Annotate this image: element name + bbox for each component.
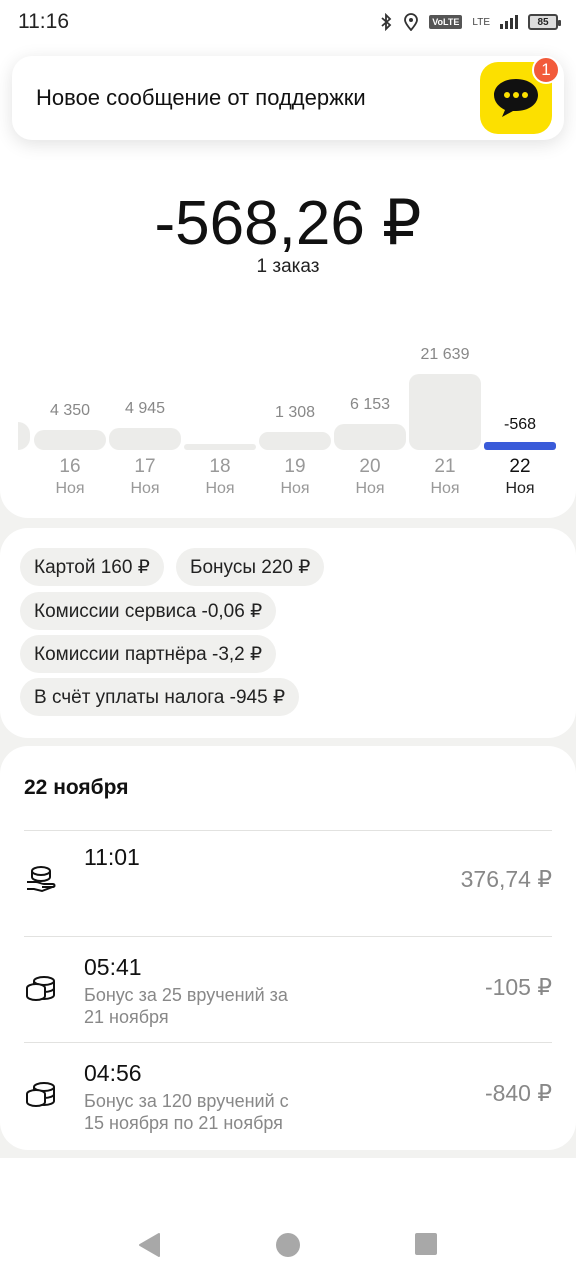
status-time: 11:16 (18, 10, 69, 33)
volte-indicator: VoLTE (429, 15, 463, 29)
status-bar: 11:16 VoLTE LTE 85 (0, 0, 576, 44)
chip-card-payment[interactable]: Картой 160 ₽ (20, 548, 164, 586)
chat-bubble-icon[interactable]: 1 (480, 56, 560, 134)
chart-month-label-18: Ноя (205, 480, 235, 497)
transaction-row[interactable]: 05:41 Бонус за 25 вручений за 21 ноября … (0, 936, 576, 1042)
chart-month-label-20: Ноя (355, 480, 385, 497)
transaction-description-line1: Бонус за 25 вручений за (84, 985, 288, 1005)
notification-badge: 1 (532, 56, 560, 84)
coins-icon (26, 1082, 55, 1107)
chip-service-commission[interactable]: Комиссии сервиса -0,06 ₽ (20, 592, 277, 630)
orders-count: 1 заказ (256, 256, 320, 277)
chart-bar-20[interactable] (334, 424, 406, 450)
chart-day-label-21: 21 (434, 456, 456, 477)
transactions-card: 22 ноября 11:01 376,74 ₽ 05:41 Бонус за … (0, 746, 576, 1150)
chart-month-label-21: Ноя (430, 480, 460, 497)
notification-text: Новое сообщение от поддержки (36, 85, 366, 110)
transaction-description-line1: Бонус за 120 вручений с (84, 1091, 289, 1111)
chart-day-label-16: 16 (59, 456, 81, 477)
chat-bubble-glyph (494, 79, 538, 117)
signal-icon (500, 15, 518, 29)
chip-partner-commission[interactable]: Комиссии партнёра -3,2 ₽ (20, 635, 277, 673)
chart-bar-21[interactable] (409, 374, 481, 450)
system-navigation-bar (0, 1158, 576, 1280)
battery-icon: 85 (528, 14, 561, 30)
chart-bar-value-21: 21 639 (420, 346, 470, 363)
back-icon[interactable] (137, 1232, 163, 1258)
chart-bar-16[interactable] (34, 430, 106, 450)
chart-day-label-19: 19 (284, 456, 306, 477)
chart-bar-value-16: 4 350 (49, 402, 91, 419)
chart-month-label-22: Ноя (505, 480, 535, 497)
home-icon[interactable] (275, 1232, 301, 1258)
transaction-time: 04:56 (84, 1060, 142, 1086)
coins-icon (26, 976, 55, 1001)
chart-day-label-17: 17 (134, 456, 156, 477)
transaction-row[interactable]: 11:01 376,74 ₽ (0, 830, 576, 936)
transaction-description-line2: 15 ноября по 21 ноября (84, 1113, 283, 1133)
lte-indicator: LTE (472, 16, 490, 28)
chart-prev-bar-stub (18, 422, 30, 450)
chart-bar-value-20: 6 153 (349, 396, 391, 413)
support-notification[interactable]: Новое сообщение от поддержки 1 (12, 56, 564, 140)
transaction-time: 11:01 (84, 844, 140, 870)
transaction-amount: 376,74 ₽ (460, 866, 552, 892)
chart-bar-18[interactable] (184, 444, 256, 450)
chart-day-label-20: 20 (359, 456, 381, 477)
chart-bar-value-19: 1 308 (274, 404, 316, 421)
chart-month-label-19: Ноя (280, 480, 310, 497)
chart-bar-value-17: 4 945 (124, 400, 166, 417)
chart-day-label-22: 22 (509, 456, 531, 477)
chart-bar-19[interactable] (259, 432, 331, 450)
chart-month-label-17: Ноя (130, 480, 160, 497)
chip-bonuses[interactable]: Бонусы 220 ₽ (176, 548, 325, 586)
chart-bar-value-22: -568 (503, 416, 537, 433)
transaction-amount: -105 ₽ (484, 974, 552, 1000)
earnings-bar-chart: 4 350 16 Ноя 4 945 17 Ноя 18 Ноя 1 308 19 Ноя 6 153… (0, 340, 576, 510)
chart-bar-17[interactable] (109, 428, 181, 450)
transaction-time: 05:41 (84, 954, 142, 980)
chart-month-label-16: Ноя (55, 480, 85, 497)
bluetooth-icon (381, 13, 392, 31)
chart-bar-22[interactable] (484, 442, 556, 450)
coins-hand-icon (27, 866, 56, 893)
transaction-description-line2: 21 ноября (84, 1007, 169, 1027)
location-icon (404, 13, 419, 31)
transaction-row[interactable]: 04:56 Бонус за 120 вручений с 15 ноября … (0, 1042, 576, 1148)
chart-day-label-18: 18 (209, 456, 231, 477)
breakdown-card: Картой 160 ₽ Бонусы 220 ₽ Комиссии серви… (0, 528, 576, 738)
transactions-date: 22 ноября (24, 776, 129, 799)
recents-icon[interactable] (414, 1232, 438, 1256)
chip-tax-payment[interactable]: В счёт уплаты налога -945 ₽ (20, 678, 300, 716)
balance-amount: -568,26 ₽ (154, 189, 422, 258)
transaction-amount: -840 ₽ (484, 1080, 552, 1106)
status-icons: VoLTE LTE 85 (379, 13, 561, 31)
